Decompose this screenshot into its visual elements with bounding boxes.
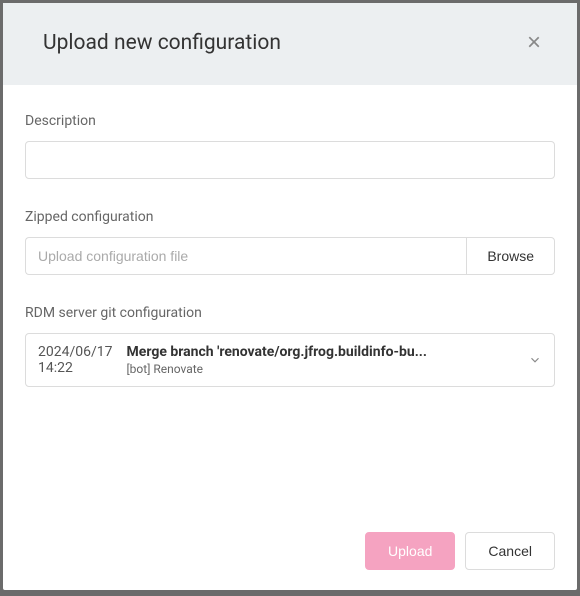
git-commit-message: Merge branch 'renovate/org.jfrog.buildin… (127, 344, 515, 360)
modal-body: Description Zipped configuration Browse … (3, 85, 577, 516)
git-details: Merge branch 'renovate/org.jfrog.buildin… (127, 344, 515, 376)
close-button[interactable]: × (521, 31, 547, 55)
git-date: 2024/06/17 (38, 344, 113, 360)
cancel-button[interactable]: Cancel (465, 532, 555, 570)
modal-header: Upload new configuration × (3, 3, 577, 85)
description-input[interactable] (25, 141, 555, 179)
description-group: Description (25, 113, 555, 179)
modal-title: Upload new configuration (43, 31, 281, 55)
browse-button[interactable]: Browse (466, 237, 555, 275)
git-config-label: RDM server git configuration (25, 305, 555, 321)
file-path-input[interactable] (25, 237, 466, 275)
chevron-down-icon (528, 353, 542, 367)
git-config-group: RDM server git configuration 2024/06/17 … (25, 305, 555, 387)
upload-config-modal: Upload new configuration × Description Z… (3, 3, 577, 590)
zipped-config-label: Zipped configuration (25, 209, 555, 225)
upload-button[interactable]: Upload (365, 532, 455, 570)
file-input-group: Browse (25, 237, 555, 275)
close-icon: × (527, 29, 541, 56)
git-author: [bot] Renovate (127, 362, 515, 376)
zipped-config-group: Zipped configuration Browse (25, 209, 555, 275)
git-config-selector[interactable]: 2024/06/17 14:22 Merge branch 'renovate/… (25, 333, 555, 387)
modal-footer: Upload Cancel (3, 516, 577, 590)
git-timestamp: 2024/06/17 14:22 (38, 344, 113, 376)
description-label: Description (25, 113, 555, 129)
git-time: 14:22 (38, 360, 113, 376)
